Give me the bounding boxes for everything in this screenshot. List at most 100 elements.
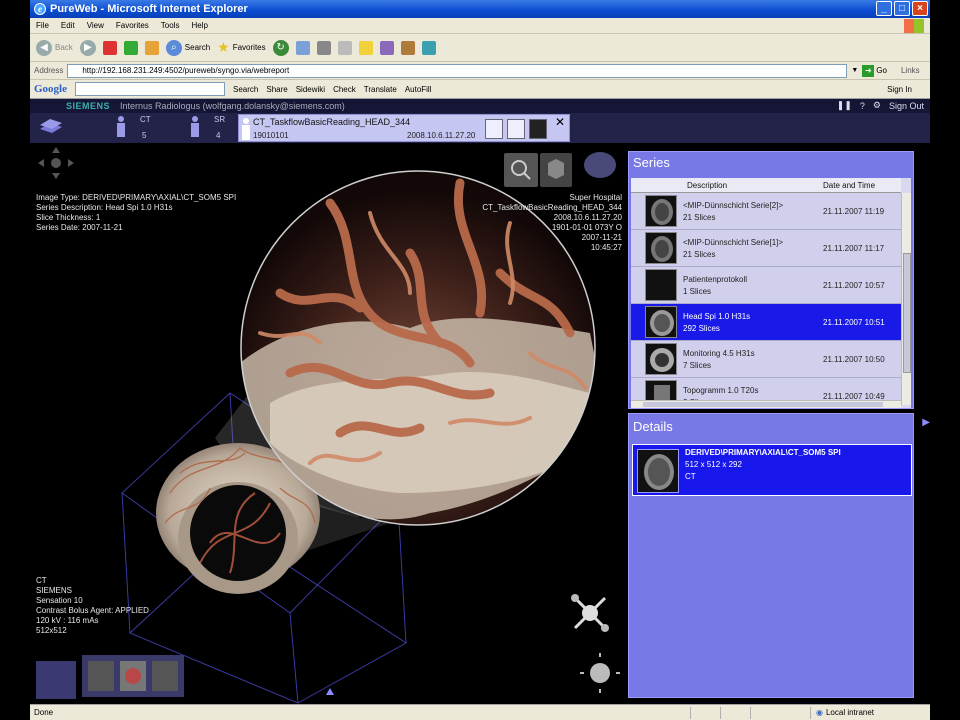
orientation-cube-icon[interactable] xyxy=(571,594,609,632)
intranet-icon: ◉ xyxy=(816,708,823,717)
series-description: Patientenprotokoll xyxy=(683,275,748,284)
research-icon[interactable] xyxy=(379,40,394,55)
menu-file[interactable]: File xyxy=(36,21,49,30)
overlay-top-left: Image Type: DERIVED\PRIMARY\AXIAL\CT_SOM… xyxy=(36,193,237,232)
menu-bar: File Edit View Favorites Tools Help xyxy=(30,18,930,34)
series-thumbnail xyxy=(645,306,677,338)
mail-icon[interactable] xyxy=(295,40,310,55)
collapse-panel-icon[interactable]: ▶ xyxy=(922,417,930,428)
details-panel: Details DERIVED\PRIMARY\AXIAL\CT_SOM5 SP… xyxy=(628,413,914,698)
go-button[interactable]: ➜ Go xyxy=(862,64,887,77)
horizontal-scrollbar[interactable] xyxy=(631,400,901,408)
menu-help[interactable]: Help xyxy=(191,21,207,30)
zoom-tool-icon[interactable] xyxy=(504,153,538,187)
stop-icon[interactable] xyxy=(102,40,117,55)
clip-tool-icon[interactable] xyxy=(152,661,178,691)
layers-icon[interactable] xyxy=(36,661,76,699)
patient-ct-icon[interactable] xyxy=(114,115,128,139)
pause-icon[interactable]: ❚❚ xyxy=(837,100,852,111)
3d-viewer[interactable]: Image Type: DERIVED\PRIMARY\AXIAL\CT_SOM… xyxy=(30,143,626,704)
search-button[interactable]: ⌕ Search xyxy=(165,39,210,56)
search-icon: ⌕ xyxy=(165,39,182,56)
maximize-button[interactable]: □ xyxy=(894,1,910,16)
study-id: 19010101 xyxy=(253,131,289,140)
autofill-button[interactable]: AutoFill xyxy=(405,85,432,94)
study-browser-icon[interactable] xyxy=(38,117,64,137)
app-header: SIEMENS Internus Radiologus (wolfgang.do… xyxy=(30,99,930,113)
series-description: Monitoring 4.5 H31s xyxy=(683,349,755,358)
scroll-thumb[interactable] xyxy=(903,253,911,373)
report-icon[interactable] xyxy=(485,119,503,139)
back-button[interactable]: ◀ Back xyxy=(36,39,73,56)
series-panel: Series Description Date and Time <MIP-Dü… xyxy=(628,151,914,409)
sidewiki-button[interactable]: Sidewiki xyxy=(296,85,325,94)
active-study-tab[interactable]: CT_TaskflowBasicReading_HEAD_344 1901010… xyxy=(238,114,570,142)
details-card[interactable]: DERIVED\PRIMARY\AXIAL\CT_SOM5 SPI 512 x … xyxy=(632,444,912,496)
column-date[interactable]: Date and Time xyxy=(823,181,875,190)
gear-icon[interactable]: ⚙ xyxy=(873,100,881,111)
browser-toolbar: ◀ Back ▶ ⌕ Search ★ Favorites ↻ xyxy=(30,34,930,62)
pureweb-app: SIEMENS Internus Radiologus (wolfgang.do… xyxy=(30,99,930,704)
details-modality: CT xyxy=(685,472,696,481)
print-icon[interactable] xyxy=(316,40,331,55)
messenger-icon[interactable] xyxy=(400,40,415,55)
series-row[interactable]: Monitoring 4.5 H31s 7 Slices 21.11.2007 10… xyxy=(631,341,901,378)
menu-edit[interactable]: Edit xyxy=(61,21,75,30)
siemens-logo: SIEMENS xyxy=(66,101,111,111)
discuss-icon[interactable] xyxy=(421,40,436,55)
vertical-scrollbar[interactable] xyxy=(901,193,911,405)
series-row[interactable]: Patientenprotokoll 1 Slices 21.11.2007 10:… xyxy=(631,267,901,304)
forward-arrow-icon: ▶ xyxy=(79,39,96,56)
star-icon: ★ xyxy=(217,39,230,55)
series-slices: 1 Slices xyxy=(683,287,712,296)
series-thumbnail xyxy=(645,269,677,301)
status-text: Done xyxy=(34,708,54,717)
volume-tool-icon[interactable] xyxy=(88,661,114,691)
translate-button[interactable]: Translate xyxy=(364,85,397,94)
patient-ct-count: 5 xyxy=(142,131,147,140)
expand-arrow-icon[interactable] xyxy=(326,688,334,695)
google-search-button[interactable]: Search xyxy=(233,85,258,94)
minimize-button[interactable]: _ xyxy=(876,1,892,16)
patient-sr-count: 4 xyxy=(216,131,221,140)
signin-button[interactable]: Sign In xyxy=(887,85,912,94)
address-input[interactable]: http://192.168.231.249:4502/pureweb/syng… xyxy=(67,63,848,78)
share-button[interactable]: Share xyxy=(266,85,287,94)
series-date: 21.11.2007 11:17 xyxy=(823,244,885,253)
lungs-icon[interactable] xyxy=(584,152,616,178)
menu-view[interactable]: View xyxy=(87,21,104,30)
series-row[interactable]: <MIP-Dünnschicht Serie[2]> 21 Slices 21.11… xyxy=(631,193,901,230)
grid-icon[interactable] xyxy=(529,119,547,139)
layout-icon[interactable] xyxy=(507,119,525,139)
links-button[interactable]: Links xyxy=(901,66,920,75)
brightness-icon[interactable] xyxy=(580,653,620,693)
notes-icon[interactable] xyxy=(358,40,373,55)
back-arrow-icon: ◀ xyxy=(36,39,52,56)
address-dropdown-icon[interactable]: ▼ xyxy=(851,67,858,74)
series-row[interactable]: Head Spi 1.0 H31s 292 Slices 21.11.2007 10… xyxy=(631,304,901,341)
patient-sr-icon[interactable] xyxy=(188,115,202,139)
edit-icon[interactable] xyxy=(337,40,352,55)
column-description[interactable]: Description xyxy=(687,181,727,190)
history-icon[interactable]: ↻ xyxy=(272,39,289,56)
ie-logo-icon: e xyxy=(34,3,46,15)
close-study-icon[interactable]: ✕ xyxy=(555,115,565,129)
series-slices: 7 Slices xyxy=(683,361,712,370)
series-row[interactable]: <MIP-Dünnschicht Serie[1]> 21 Slices 21.11… xyxy=(631,230,901,267)
help-icon[interactable]: ? xyxy=(860,101,865,111)
zone-indicator: ◉ Local intranet xyxy=(816,708,875,717)
details-image-type: DERIVED\PRIMARY\AXIAL\CT_SOM5 SPI xyxy=(685,448,841,457)
menu-favorites[interactable]: Favorites xyxy=(116,21,149,30)
details-dimensions: 512 x 512 x 292 xyxy=(685,460,742,469)
forward-button[interactable]: ▶ xyxy=(79,39,96,56)
favorites-button[interactable]: ★ Favorites xyxy=(217,39,265,56)
home-icon[interactable] xyxy=(144,40,159,55)
refresh-icon[interactable] xyxy=(123,40,138,55)
hscroll-thumb[interactable] xyxy=(643,402,883,407)
menu-tools[interactable]: Tools xyxy=(161,21,180,30)
check-button[interactable]: Check xyxy=(333,85,356,94)
study-bar: CT 5 SR 4 CT_TaskflowBasicReading_HEAD_3… xyxy=(30,113,930,143)
signout-button[interactable]: Sign Out xyxy=(889,101,924,111)
google-search-input[interactable] xyxy=(75,82,225,96)
close-button[interactable]: × xyxy=(912,1,928,16)
